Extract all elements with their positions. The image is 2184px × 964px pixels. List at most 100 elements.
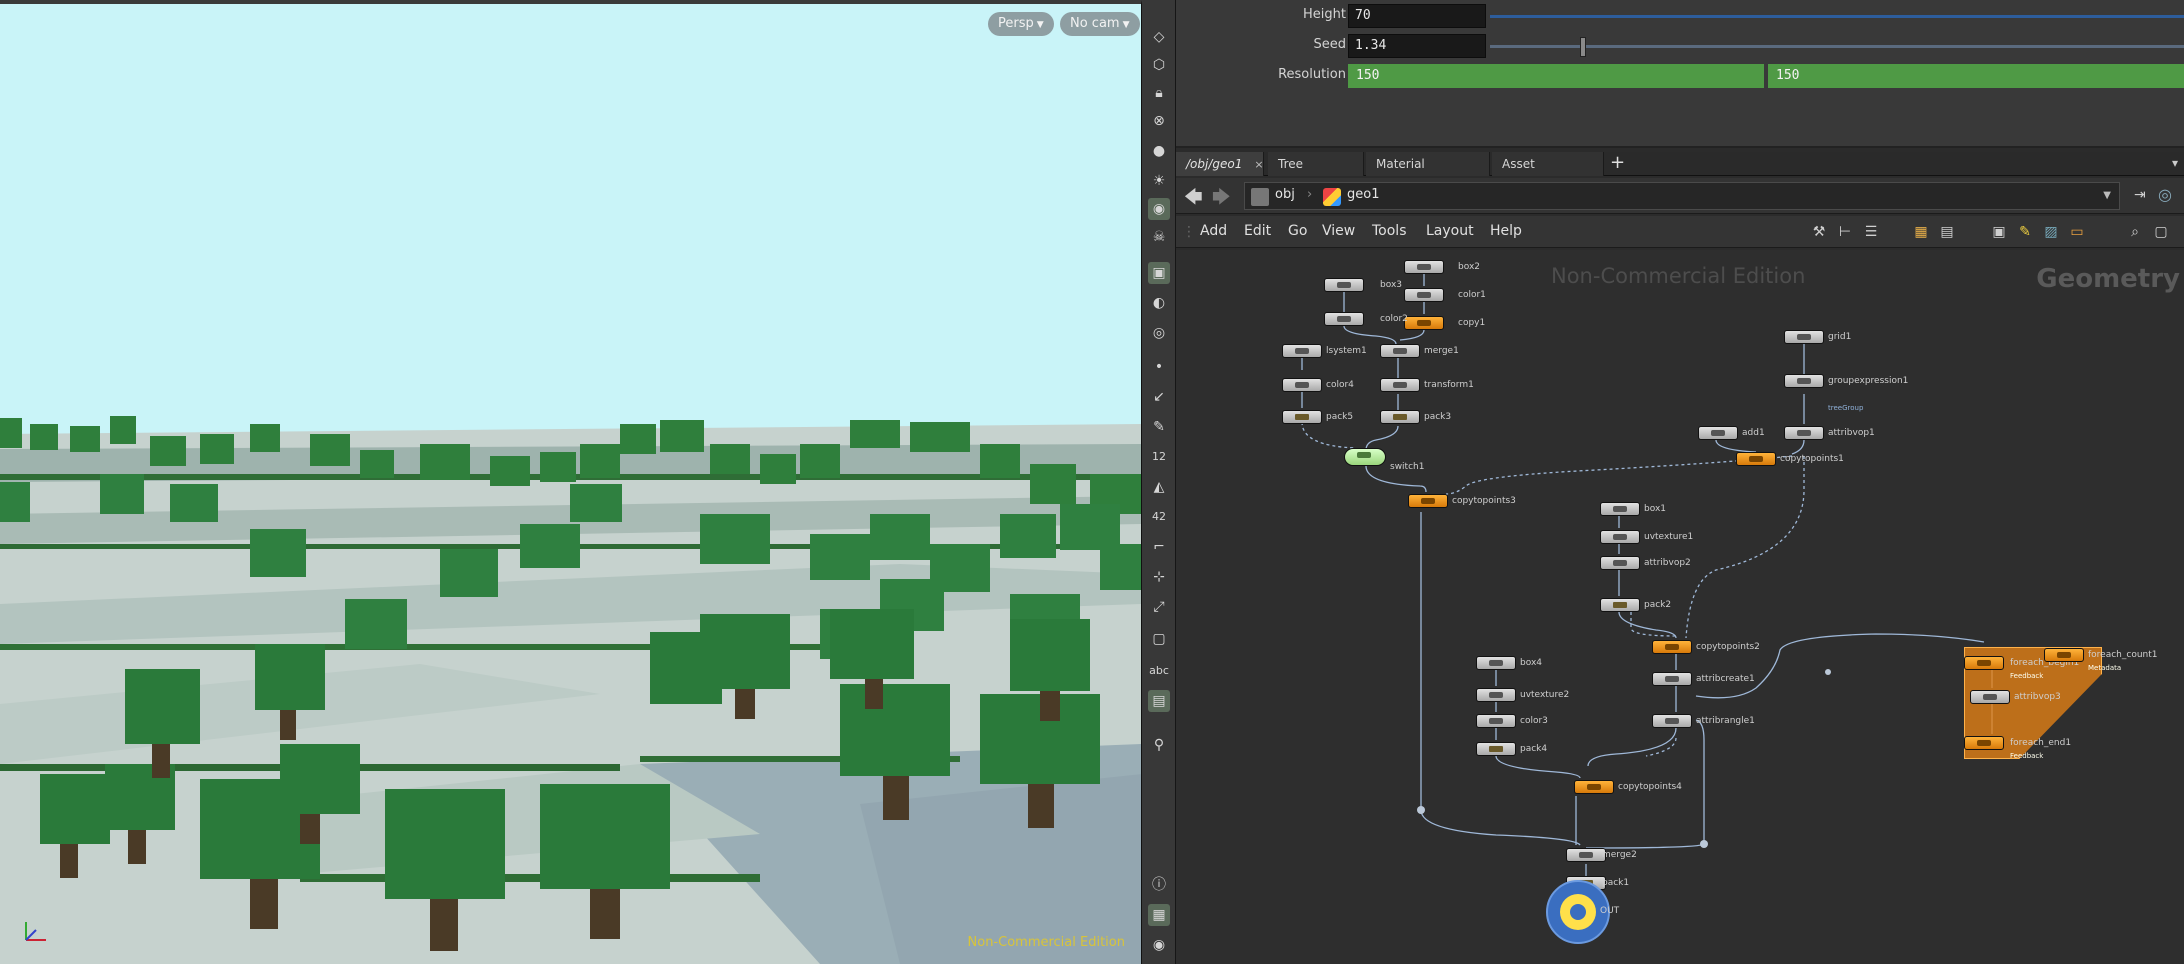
handle-icon[interactable]: ⤢	[1148, 596, 1170, 618]
grid-view-icon[interactable]: ▦	[1912, 223, 1930, 241]
node-box3[interactable]	[1324, 278, 1364, 292]
node-merge1[interactable]	[1380, 344, 1420, 358]
node-attribvop1[interactable]	[1784, 426, 1824, 440]
node-color3[interactable]	[1476, 714, 1516, 728]
node-foreach-end1[interactable]	[1964, 736, 2004, 750]
node-uvtexture1[interactable]	[1600, 530, 1640, 544]
back-arrow-icon[interactable]: 🡄	[1184, 185, 1203, 215]
view-icon[interactable]: ◇	[1148, 26, 1170, 48]
node-color2[interactable]	[1324, 312, 1364, 326]
normal-icon[interactable]: 42	[1148, 506, 1170, 528]
camera-menu[interactable]: No cam ▼	[1060, 12, 1140, 36]
close-icon[interactable]: ×	[1254, 158, 1263, 171]
height-field[interactable]: 70	[1348, 4, 1486, 28]
resolution-x-field[interactable]: 150	[1348, 64, 1764, 88]
tree-icon[interactable]: ⊢	[1836, 223, 1854, 241]
resolution-y-field[interactable]: 150	[1768, 64, 2184, 88]
link-icon[interactable]: ◎	[2158, 185, 2172, 204]
node-copytopoints2[interactable]	[1652, 640, 1692, 654]
node-box2[interactable]	[1404, 260, 1444, 274]
display-icon[interactable]: ▣	[1148, 262, 1170, 284]
abc-icon[interactable]: abc	[1148, 660, 1170, 682]
tab-asset-browser[interactable]: Asset Browser×	[1492, 152, 1604, 195]
node-pack5[interactable]	[1282, 410, 1322, 424]
node-pack2[interactable]	[1600, 598, 1640, 612]
sphere-icon[interactable]: ●	[1148, 140, 1170, 162]
node-transform1[interactable]	[1380, 378, 1420, 392]
transform-icon[interactable]: ⊹	[1148, 566, 1170, 588]
pin-icon[interactable]: ⇥	[2134, 187, 2146, 203]
node-attribrangle1[interactable]	[1652, 714, 1692, 728]
list-icon[interactable]: ☰	[1862, 223, 1880, 241]
grid-icon[interactable]: ▦	[1148, 904, 1170, 926]
node-add1[interactable]	[1698, 426, 1738, 440]
number-icon[interactable]: 12	[1148, 446, 1170, 468]
select-icon[interactable]: ⬡	[1148, 54, 1170, 76]
node-copytopoints4[interactable]	[1574, 780, 1614, 794]
scene-viewport[interactable]: Persp ▼ No cam ▼ Non-Commercial Edition	[0, 0, 1142, 964]
breadcrumb-geo1[interactable]: geo1	[1347, 187, 1379, 202]
path-field[interactable]: obj › geo1 ▼	[1244, 182, 2120, 210]
corner-icon[interactable]: ⌐	[1148, 536, 1170, 558]
menu-view[interactable]: View	[1322, 223, 1355, 239]
node-foreach-begin1[interactable]	[1964, 656, 2004, 670]
node-pack3[interactable]	[1380, 410, 1420, 424]
menu-go[interactable]: Go	[1288, 223, 1307, 239]
breadcrumb-obj[interactable]: obj	[1275, 187, 1295, 202]
pen-icon[interactable]: ✎	[1148, 416, 1170, 438]
camera-icon[interactable]: ◉	[1148, 198, 1170, 220]
image-icon[interactable]: ▣	[1990, 223, 2008, 241]
node-groupexpression1[interactable]	[1784, 374, 1824, 388]
square-icon[interactable]: ▢	[1148, 628, 1170, 650]
brush-icon[interactable]: ↙	[1148, 386, 1170, 408]
note-icon[interactable]: ✎	[2016, 223, 2034, 241]
tab-material-palette[interactable]: Material Palette×	[1366, 152, 1490, 195]
tab-obj-geo1[interactable]: /obj/geo1 ×	[1176, 152, 1264, 176]
node-color1[interactable]	[1404, 288, 1444, 302]
node-pack4[interactable]	[1476, 742, 1516, 756]
add-tab-button[interactable]: +	[1610, 152, 1625, 174]
node-copy1[interactable]	[1404, 316, 1444, 330]
render-icon[interactable]: ◎	[1148, 322, 1170, 344]
wrench-icon[interactable]: ⚒	[1810, 223, 1828, 241]
menu-tools[interactable]: Tools	[1372, 223, 1407, 239]
display-options-icon[interactable]: ▢	[2152, 223, 2170, 241]
camera-view-menu[interactable]: Persp ▼	[988, 12, 1054, 36]
node-lsystem1[interactable]	[1282, 344, 1322, 358]
node-attribcreate1[interactable]	[1652, 672, 1692, 686]
network-editor[interactable]: Non-Commercial Edition Geometry box2 col…	[1176, 250, 2184, 964]
menu-layout[interactable]: Layout	[1426, 223, 1474, 239]
pin-icon[interactable]: ⚲	[1148, 734, 1170, 756]
light-icon[interactable]: ☀	[1148, 170, 1170, 192]
image-icon[interactable]: ▤	[1148, 690, 1170, 712]
bucket-icon[interactable]: ◭	[1148, 476, 1170, 498]
seed-slider[interactable]	[1490, 45, 2184, 48]
tab-tree-view[interactable]: Tree View×	[1268, 152, 1364, 195]
node-uvtexture2[interactable]	[1476, 688, 1516, 702]
node-color4[interactable]	[1282, 378, 1322, 392]
node-foreach-count1[interactable]	[2044, 648, 2084, 662]
node-attribvop3[interactable]	[1970, 690, 2010, 704]
node-copytopoints1[interactable]	[1736, 452, 1776, 466]
search-icon[interactable]: ⌕	[2126, 223, 2144, 241]
node-attribvop2[interactable]	[1600, 556, 1640, 570]
node-box4[interactable]	[1476, 656, 1516, 670]
eye-icon[interactable]: ◉	[1148, 934, 1170, 956]
menu-help[interactable]: Help	[1490, 223, 1522, 239]
seed-field[interactable]: 1.34	[1348, 34, 1486, 58]
lock-icon[interactable]: 🔒︎	[1148, 82, 1170, 104]
forward-arrow-icon[interactable]: 🡆	[1212, 185, 1231, 215]
snap-icon[interactable]: ⊗	[1148, 110, 1170, 132]
point-icon[interactable]: •	[1148, 356, 1170, 378]
node-merge2[interactable]	[1566, 848, 1606, 862]
node-copytopoints3[interactable]	[1408, 494, 1448, 508]
node-switch1[interactable]	[1344, 448, 1386, 466]
menu-edit[interactable]: Edit	[1244, 223, 1271, 239]
node-box1[interactable]	[1600, 502, 1640, 516]
box-icon[interactable]: ▭	[2068, 223, 2086, 241]
path-dropdown-icon[interactable]: ▼	[2103, 190, 2111, 201]
node-grid1[interactable]	[1784, 330, 1824, 344]
menu-add[interactable]: Add	[1200, 223, 1227, 239]
pane-menu-icon[interactable]: ▾	[2172, 156, 2178, 170]
info-icon[interactable]: ⓘ	[1148, 874, 1170, 896]
